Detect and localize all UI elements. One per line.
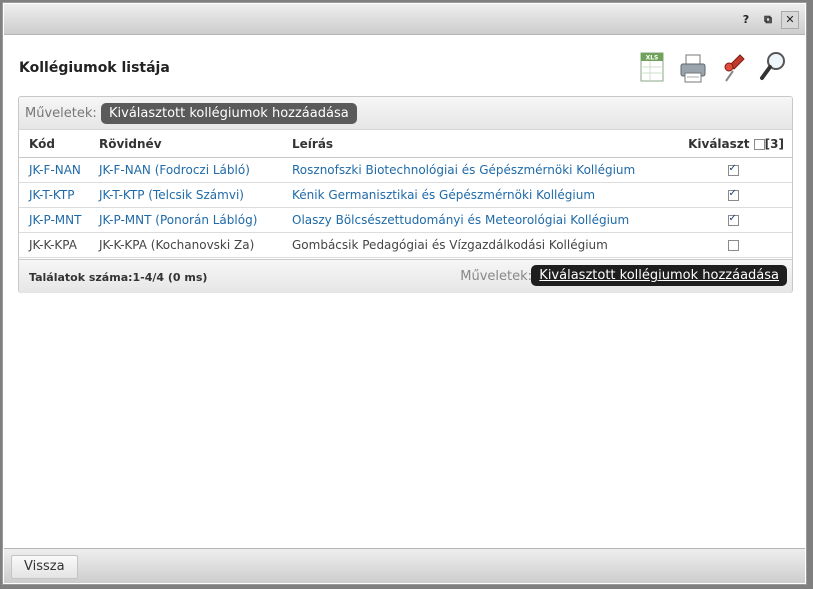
dialog-titlebar: ? ⧉ ✕ xyxy=(4,4,805,35)
cell-leiras[interactable]: Olaszy Bölcsészettudományi és Meteorológ… xyxy=(282,207,674,233)
back-button[interactable]: Vissza xyxy=(11,555,78,579)
cell-select xyxy=(674,232,792,258)
close-button[interactable]: ✕ xyxy=(781,11,799,29)
cell-kod[interactable]: JK-T-KTP xyxy=(19,182,89,208)
cell-leiras: Gombácsik Pedagógiai és Vízgazdálkodási … xyxy=(282,232,674,258)
dialog-window: ? ⧉ ✕ Kollégiumok listája XLS Műveletek:… xyxy=(2,2,807,585)
pin-icon[interactable] xyxy=(718,47,748,87)
row-select-checkbox[interactable] xyxy=(727,188,739,201)
table-body: JK-F-NAN JK-F-NAN (Fodroczi Lábló) Rosznof… xyxy=(19,157,792,258)
xls-export-icon[interactable]: XLS xyxy=(638,47,668,87)
dormitory-table: Kód Rövidnév Leírás Kiválaszt [3] JK-F-N… xyxy=(19,131,792,258)
table-row: JK-K-KPA JK-K-KPA (Kochanovski Za) Gombács… xyxy=(19,232,792,258)
search-icon[interactable] xyxy=(758,47,788,87)
results-panel: Műveletek: Kiválasztott kollégiumok hozz… xyxy=(18,96,793,293)
row-select-checkbox[interactable] xyxy=(727,213,739,226)
table-row: JK-F-NAN JK-F-NAN (Fodroczi Lábló) Rosznof… xyxy=(19,157,792,183)
cell-rovidnev[interactable]: JK-P-MNT (Ponorán Láblóg) xyxy=(89,207,282,233)
selected-count: [3] xyxy=(764,137,784,151)
table-row: JK-P-MNT JK-P-MNT (Ponorán Láblóg) Olaszy … xyxy=(19,207,792,233)
column-header-kod[interactable]: Kód xyxy=(19,131,89,158)
page-title: Kollégiumok listája xyxy=(19,60,170,76)
operations-label: Műveletek: xyxy=(25,106,97,121)
table-header-row: Kód Rövidnév Leírás Kiválaszt [3] xyxy=(19,131,792,158)
cell-rovidnev: JK-K-KPA (Kochanovski Za) xyxy=(89,232,282,258)
operations-label-bottom: Műveletek: xyxy=(460,269,532,284)
cell-kod: JK-K-KPA xyxy=(19,232,89,258)
cell-kod[interactable]: JK-P-MNT xyxy=(19,207,89,233)
print-icon[interactable] xyxy=(678,47,708,87)
help-button[interactable]: ? xyxy=(737,11,755,29)
results-count: Találatok száma:1-4/4 (0 ms) xyxy=(29,271,208,284)
add-selected-button[interactable]: Kiválasztott kollégiumok hozzáadása xyxy=(101,103,357,124)
cell-kod[interactable]: JK-F-NAN xyxy=(19,157,89,183)
select-all-checkbox[interactable] xyxy=(753,139,765,150)
column-header-kivalaszt: Kiválaszt [3] xyxy=(674,131,792,158)
table-row: JK-T-KTP JK-T-KTP (Telcsik Számvi) Kénik G… xyxy=(19,182,792,208)
cell-rovidnev[interactable]: JK-T-KTP (Telcsik Számvi) xyxy=(89,182,282,208)
cell-leiras[interactable]: Kénik Germanisztikai és Gépészmérnöki Ko… xyxy=(282,182,674,208)
column-header-leiras[interactable]: Leírás xyxy=(282,131,674,158)
cell-select xyxy=(674,182,792,208)
titlebar-buttons: ? ⧉ ✕ xyxy=(737,11,799,29)
cell-rovidnev[interactable]: JK-F-NAN (Fodroczi Lábló) xyxy=(89,157,282,183)
column-header-rovidnev[interactable]: Rövidnév xyxy=(89,131,282,158)
operations-bar-bottom: Találatok száma:1-4/4 (0 ms) Műveletek: … xyxy=(19,259,792,293)
cell-leiras[interactable]: Rosznofszki Biotechnológiai és Gépészmér… xyxy=(282,157,674,183)
row-select-checkbox[interactable] xyxy=(727,163,739,176)
cell-select xyxy=(674,207,792,233)
popout-button[interactable]: ⧉ xyxy=(759,11,777,29)
kivalaszt-label: Kiválaszt xyxy=(688,137,750,151)
dialog-footer: Vissza xyxy=(4,548,805,583)
cell-select xyxy=(674,157,792,183)
operations-bar-top: Műveletek: Kiválasztott kollégiumok hozz… xyxy=(19,97,792,130)
toolbar-icons: XLS xyxy=(638,47,788,87)
xls-label: XLS xyxy=(646,55,659,62)
row-select-checkbox[interactable] xyxy=(727,240,739,251)
add-selected-button-bottom[interactable]: Kiválasztott kollégiumok hozzáadása xyxy=(531,265,787,286)
